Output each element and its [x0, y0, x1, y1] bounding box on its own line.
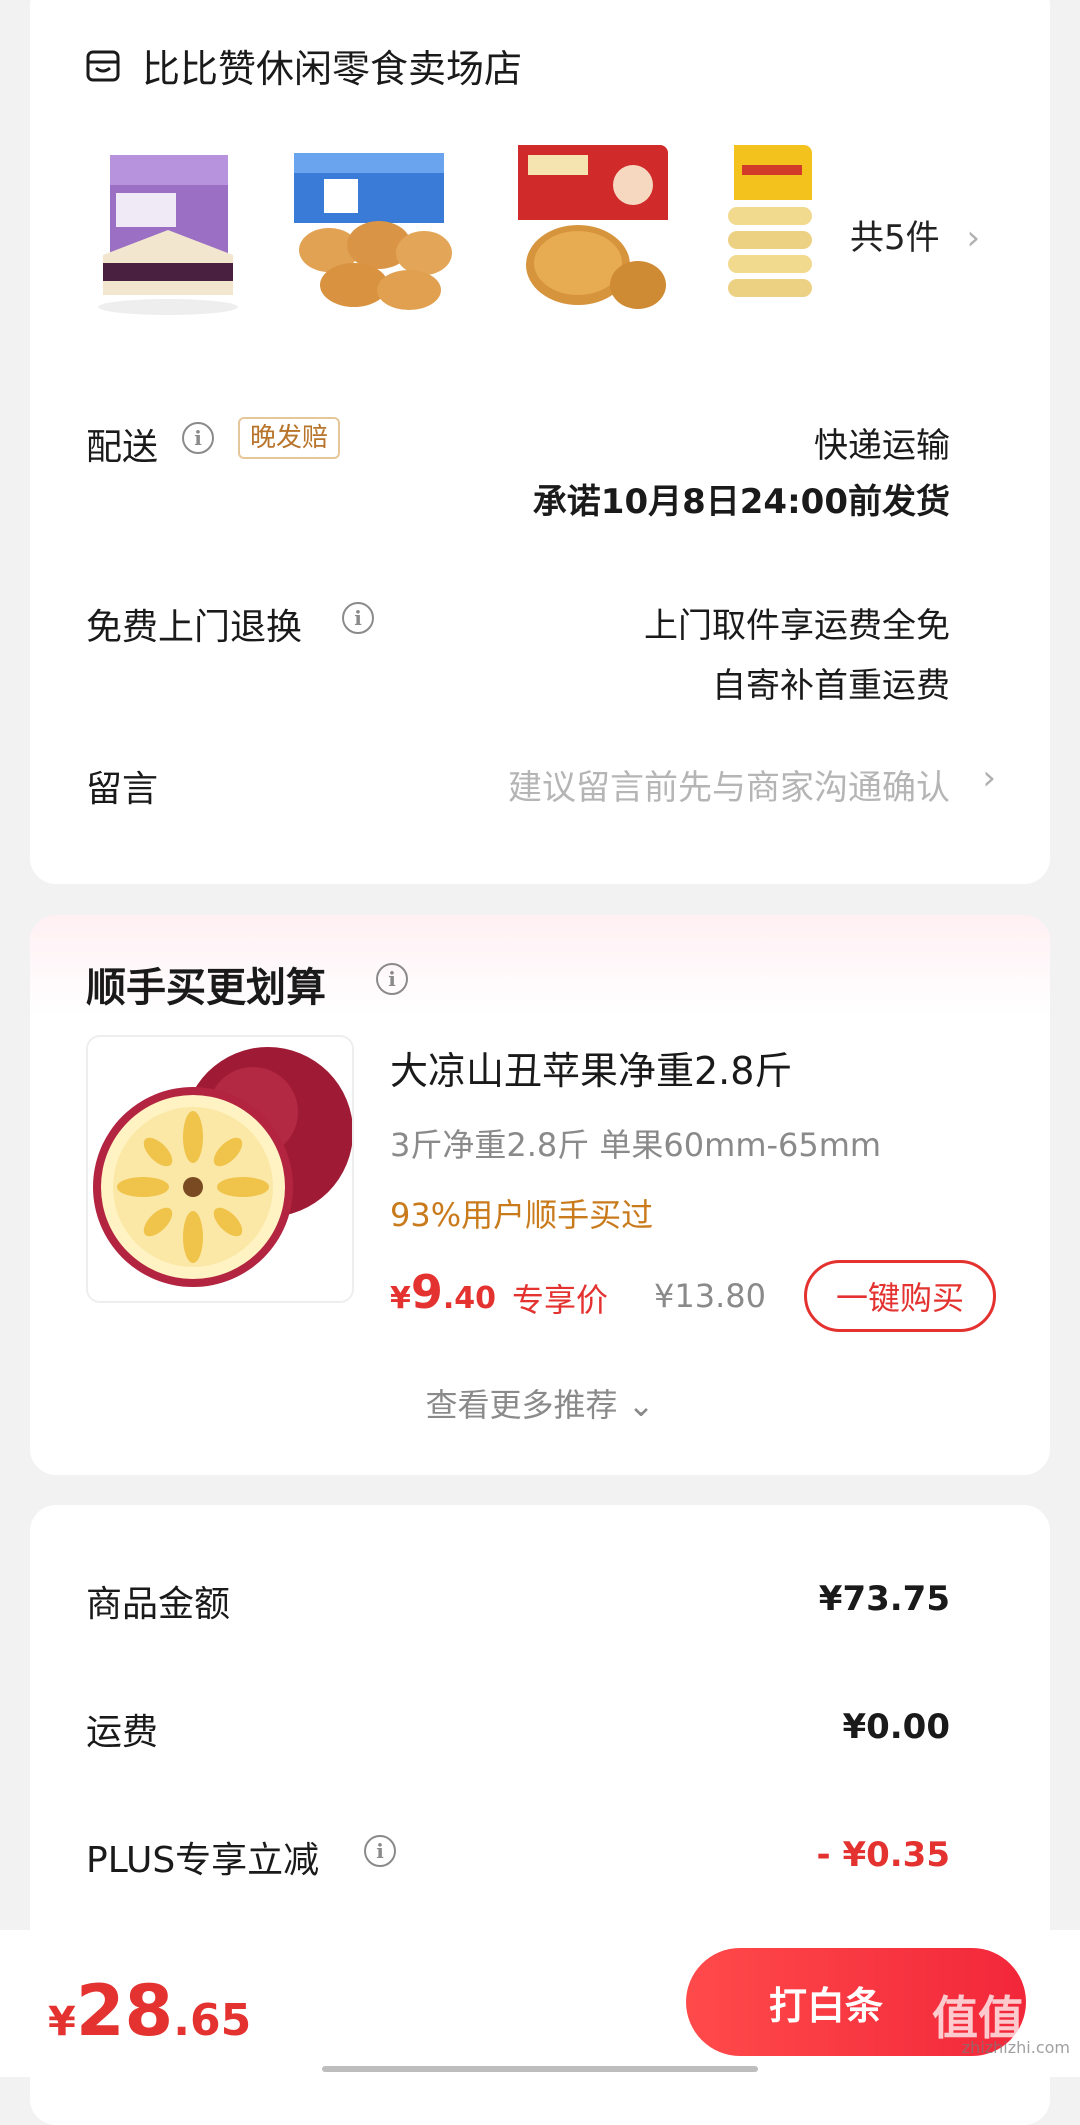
product-popularity: 93%用户顺手买过 — [390, 1196, 654, 1234]
message-label: 留言 — [86, 769, 159, 810]
product-thumb-3[interactable] — [508, 145, 668, 320]
order-shop-card: 比比赞休闲零食卖场店 共5件 › 配送 i 晚发赔 快递运输 承诺10月8日24… — [30, 0, 1050, 884]
product-thumb-4[interactable] — [720, 145, 812, 320]
product-price: ¥9.40 — [390, 1265, 496, 1319]
pay-button-label: 打白条 — [768, 1983, 883, 2028]
store-icon — [86, 50, 120, 82]
see-more-recommendations[interactable]: 查看更多推荐 ⌄ — [30, 1380, 1050, 1426]
total-decimal: .65 — [173, 1995, 252, 2046]
home-indicator[interactable] — [322, 2066, 758, 2072]
chevron-right-icon: › — [966, 218, 981, 258]
price-integer: 9 — [410, 1265, 443, 1319]
shipping-fee-value: ¥0.00 — [842, 1707, 950, 1747]
plus-discount-label: PLUS专享立减 — [86, 1840, 320, 1881]
checkout-bar: ¥28.65 打白条 值值值 zhizhizhi.com — [0, 1930, 1080, 2077]
price-decimal: .40 — [442, 1281, 497, 1316]
delivery-promise: 承诺10月8日24:00前发货 — [532, 482, 950, 522]
apple-product-image[interactable] — [86, 1035, 354, 1303]
late-compensation-badge: 晚发赔 — [238, 417, 341, 459]
shipping-fee-label: 运费 — [86, 1712, 159, 1753]
shop-name[interactable]: 比比赞休闲零食卖场店 — [142, 38, 522, 93]
goods-amount-value: ¥73.75 — [818, 1579, 950, 1619]
item-count: 共5件 — [850, 218, 940, 258]
delivery-label: 配送 — [86, 427, 159, 468]
message-input[interactable]: 建议留言前先与商家沟通确认 — [508, 760, 950, 809]
product-spec: 3斤净重2.8斤 单果60mm-65mm — [390, 1126, 882, 1164]
info-icon[interactable]: i — [342, 602, 374, 634]
product-thumb-1[interactable] — [88, 145, 248, 320]
goods-amount-label: 商品金额 — [86, 1584, 231, 1625]
one-click-buy-button[interactable]: 一键购买 — [804, 1260, 996, 1332]
watermark-url: zhizhizhi.com — [961, 2038, 1070, 2057]
product-thumb-2[interactable] — [284, 145, 459, 320]
recommend-title: 顺手买更划算 — [86, 965, 326, 1011]
info-icon[interactable]: i — [364, 1835, 396, 1867]
total-integer: 28 — [75, 1970, 174, 2052]
original-price: ¥13.80 — [654, 1277, 766, 1315]
info-icon[interactable]: i — [182, 422, 214, 454]
item-count-link[interactable]: 共5件 › — [850, 210, 980, 259]
info-icon[interactable]: i — [376, 963, 408, 995]
product-name[interactable]: 大凉山丑苹果净重2.8斤 — [390, 1040, 792, 1095]
return-pickup-text: 上门取件享运费全免 — [644, 606, 950, 646]
total-currency: ¥ — [48, 1999, 76, 2045]
total-price: ¥28.65 — [48, 1970, 251, 2052]
free-return-label: 免费上门退换 — [86, 607, 303, 648]
delivery-method: 快递运输 — [814, 426, 950, 466]
plus-discount-value: - ¥0.35 — [816, 1835, 951, 1875]
chevron-right-icon: › — [982, 758, 996, 798]
return-self-ship-text: 自寄补首重运费 — [712, 666, 950, 706]
recommendation-card: 顺手买更划算 i 大凉山丑苹果净重2.8斤 3斤净重2.8斤 单果60mm-65… — [30, 915, 1050, 1475]
exclusive-price-tag: 专享价 — [512, 1281, 609, 1319]
price-currency: ¥ — [390, 1281, 411, 1316]
